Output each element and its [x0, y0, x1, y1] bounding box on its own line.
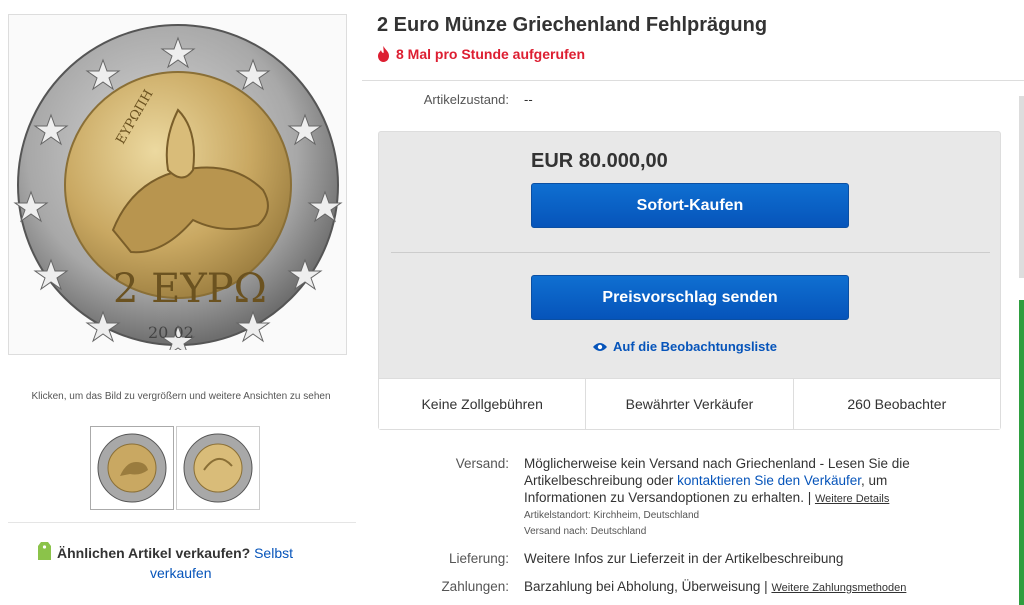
payment-label: Zahlungen:	[441, 579, 509, 594]
main-product-image[interactable]: ΕΥΡΩΠΗ 2 ΕΥΡΩ 20 02	[8, 14, 347, 355]
contact-seller-link[interactable]: kontaktieren Sie den Verkäufer	[677, 473, 861, 488]
listing-page: ΕΥΡΩΠΗ 2 ΕΥΡΩ 20 02 Klicken, um das Bild…	[0, 0, 1024, 605]
make-offer-button[interactable]: Preisvorschlag senden	[531, 275, 849, 320]
buybox-divider	[391, 252, 990, 253]
right-panel-edge	[1019, 96, 1024, 278]
payment-value: Barzahlung bei Abholung, Überweisung | W…	[524, 578, 964, 597]
price-tag-icon	[38, 542, 51, 564]
badge-row: Keine Zollgebühren Bewährter Verkäufer 2…	[379, 378, 1000, 429]
coin-front-thumb	[97, 433, 167, 503]
more-details-link[interactable]: Weitere Details	[815, 493, 889, 505]
right-panel-accent	[1019, 300, 1024, 605]
more-payment-methods-link[interactable]: Weitere Zahlungsmethoden	[771, 582, 906, 594]
ships-to: Versand nach: Deutschland	[524, 526, 647, 537]
condition-value: --	[524, 92, 533, 107]
view-counter: 8 Mal pro Stunde aufgerufen	[377, 46, 585, 62]
coin-year: 20 02	[148, 323, 194, 342]
eye-icon	[593, 342, 607, 351]
item-location: Artikelstandort: Kirchheim, Deutschland	[524, 510, 700, 521]
condition-label: Artikelzustand:	[423, 92, 509, 107]
sell-similar-box: Ähnlichen Artikel verkaufen? Selbst verk…	[38, 542, 348, 582]
badge-no-customs: Keine Zollgebühren	[379, 379, 587, 429]
shipping-value: Möglicherweise kein Versand nach Grieche…	[524, 455, 964, 540]
shipping-label: Versand:	[455, 456, 509, 471]
image-hint: Klicken, um das Bild zu vergrößern und w…	[31, 391, 331, 402]
sell-yourself-link[interactable]: Selbst	[254, 545, 293, 561]
coin-denomination: 2 ΕΥΡΩ	[113, 266, 267, 312]
badge-trusted-seller: Bewährter Verkäufer	[586, 379, 794, 429]
thumbnail-back[interactable]	[176, 426, 260, 510]
sell-similar-question: Ähnlichen Artikel verkaufen?	[57, 545, 251, 561]
title-divider	[362, 80, 1024, 81]
flame-icon	[378, 46, 389, 62]
badge-watchers: 260 Beobachter	[847, 396, 947, 412]
listing-title: 2 Euro Münze Griechenland Fehlprägung	[377, 14, 768, 36]
coin-image: ΕΥΡΩΠΗ 2 ΕΥΡΩ 20 02	[12, 23, 343, 350]
left-divider	[8, 522, 356, 523]
sell-yourself-link-cont[interactable]: verkaufen	[150, 565, 211, 581]
delivery-label: Lieferung:	[448, 551, 509, 566]
thumbnail-front[interactable]	[90, 426, 174, 510]
payment-methods: Barzahlung bei Abholung, Überweisung |	[524, 579, 772, 594]
coin-back-thumb	[183, 433, 253, 503]
price: EUR 80.000,00	[531, 150, 668, 172]
delivery-value: Weitere Infos zur Lieferzeit in der Arti…	[524, 551, 844, 566]
buy-now-button[interactable]: Sofort-Kaufen	[531, 183, 849, 228]
view-counter-text: 8 Mal pro Stunde aufgerufen	[396, 46, 586, 62]
thumbnail-strip	[90, 426, 260, 510]
buy-box: EUR 80.000,00 Sofort-Kaufen Preisvorschl…	[378, 131, 1001, 430]
add-to-watchlist-link[interactable]: Auf die Beobachtungsliste	[593, 339, 777, 354]
watchlist-label: Auf die Beobachtungsliste	[613, 339, 777, 354]
